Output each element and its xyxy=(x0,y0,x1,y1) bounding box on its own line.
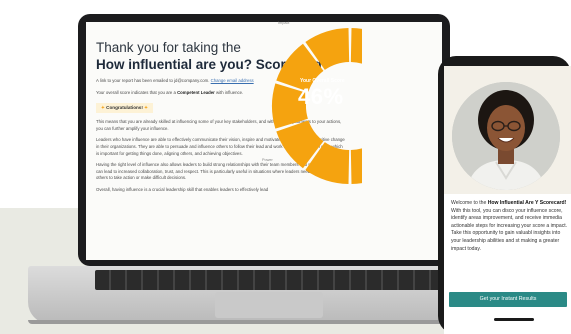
email-notice-text: A link to your report has been emailed t… xyxy=(96,78,210,83)
score-level: Competent Leader xyxy=(177,89,215,95)
phone-intro-lead: Welcome to the xyxy=(451,200,487,206)
phone-intro-text: Welcome to the How Influential Are Y Sco… xyxy=(451,200,569,253)
phone-home-bar xyxy=(494,318,534,321)
phone-notch xyxy=(478,60,538,66)
change-email-link[interactable]: Change email address xyxy=(211,78,254,83)
chart-legend-bottom: Power xyxy=(262,158,273,162)
score-sentence-start: Your overall score indicates that you ar… xyxy=(96,89,176,95)
laptop-base-lip xyxy=(28,320,503,324)
keyboard xyxy=(95,270,440,290)
person-photo-icon xyxy=(452,82,560,190)
score-sentence-end: with influence. xyxy=(216,89,244,95)
donut-segment xyxy=(350,148,362,184)
phone-intro-rest: With this tool, you can disco your influ… xyxy=(451,207,568,252)
phone-intro-bold: How Influential Are Y Scorecard! xyxy=(487,200,567,206)
congrats-text: Congratulations! xyxy=(106,105,143,111)
chart-legend-top: Impact xyxy=(278,21,290,25)
get-results-button[interactable]: Get your Instant Results xyxy=(449,292,567,307)
sparkle-icon: ✦ xyxy=(144,105,149,111)
donut-segment xyxy=(350,28,362,64)
sparkle-icon: ✦ xyxy=(101,105,105,111)
congrats-banner: ✦ Congratulations! ✦ xyxy=(96,103,154,114)
score-value: 46% xyxy=(298,84,344,109)
avatar xyxy=(452,82,560,190)
touchpad xyxy=(215,292,323,318)
